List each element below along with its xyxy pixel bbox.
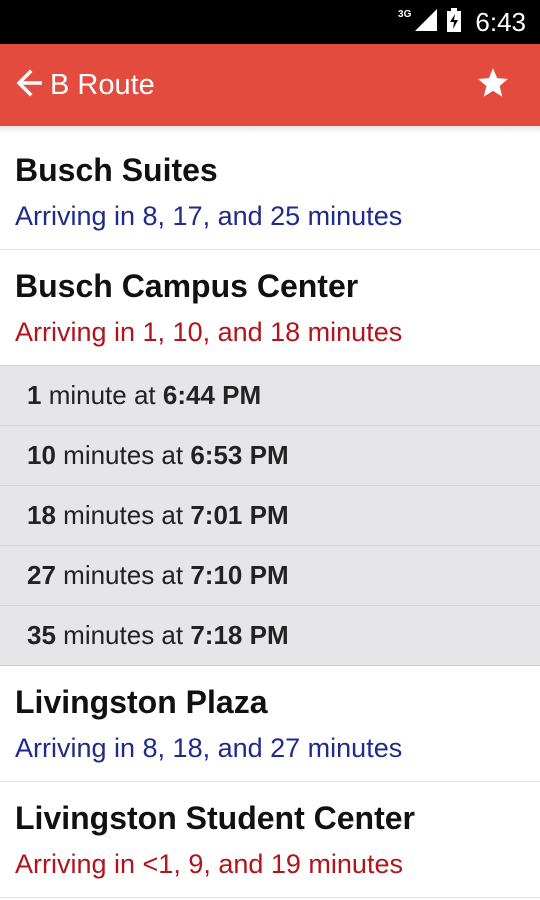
stop-arrival: Arriving in <1, 9, and 19 minutes bbox=[15, 849, 403, 879]
back-button[interactable] bbox=[14, 44, 44, 126]
battery-charging-icon bbox=[447, 7, 462, 37]
arrival-clock-time: 6:53 PM bbox=[190, 440, 289, 470]
stop-arrival: Arriving in 1, 10, and 18 minutes bbox=[15, 317, 403, 347]
minutes-unit: minutes at bbox=[63, 440, 184, 470]
stop-name: Busch Suites bbox=[15, 152, 218, 188]
clock: 6:43 bbox=[475, 6, 526, 37]
arrival-clock-time: 7:01 PM bbox=[190, 500, 289, 530]
arrival-time-row: 35 minutes at 7:18 PM bbox=[0, 606, 540, 666]
stop-item[interactable]: Busch Campus Center Arriving in 1, 10, a… bbox=[0, 250, 540, 365]
arrival-times-panel: 1 minute at 6:44 PM 10 minutes at 6:53 P… bbox=[0, 365, 540, 666]
stop-list: Busch Suites Arriving in 8, 17, and 25 m… bbox=[0, 134, 540, 898]
signal-icon bbox=[415, 8, 438, 36]
stop-arrival: Arriving in 8, 17, and 25 minutes bbox=[15, 201, 403, 231]
arrival-time-row: 27 minutes at 7:10 PM bbox=[0, 546, 540, 606]
stop-item[interactable]: Livingston Student Center Arriving in <1… bbox=[0, 782, 540, 898]
arrival-time-row: 10 minutes at 6:53 PM bbox=[0, 426, 540, 486]
stop-name: Livingston Student Center bbox=[15, 800, 415, 836]
arrival-time-row: 18 minutes at 7:01 PM bbox=[0, 486, 540, 546]
minutes-unit: minutes at bbox=[63, 560, 184, 590]
favorite-button[interactable] bbox=[476, 44, 510, 126]
arrival-clock-time: 7:10 PM bbox=[190, 560, 289, 590]
stop-name: Busch Campus Center bbox=[15, 268, 359, 304]
network-type-label: 3G bbox=[398, 8, 412, 20]
arrival-clock-time: 6:44 PM bbox=[162, 380, 262, 410]
star-icon bbox=[476, 66, 510, 105]
minutes-unit: minute at bbox=[48, 380, 156, 410]
minutes-value: 10 bbox=[27, 440, 56, 470]
minutes-value: 1 bbox=[27, 380, 42, 410]
minutes-value: 35 bbox=[27, 620, 56, 650]
page-title: B Route bbox=[50, 69, 155, 101]
back-arrow-icon bbox=[14, 68, 44, 103]
minutes-value: 27 bbox=[27, 560, 56, 590]
stop-arrival: Arriving in 8, 18, and 27 minutes bbox=[15, 733, 403, 763]
app-bar: B Route bbox=[0, 44, 540, 126]
minutes-value: 18 bbox=[27, 500, 56, 530]
minutes-unit: minutes at bbox=[63, 500, 184, 530]
stop-item[interactable]: Busch Suites Arriving in 8, 17, and 25 m… bbox=[0, 134, 540, 250]
app-bar-shadow bbox=[0, 126, 540, 134]
status-icons: 3G 6:43 bbox=[398, 0, 526, 44]
stop-name: Livingston Plaza bbox=[15, 684, 268, 720]
arrival-time-row: 1 minute at 6:44 PM bbox=[0, 366, 540, 426]
status-bar: 3G 6:43 bbox=[0, 0, 540, 44]
stop-item[interactable]: Livingston Plaza Arriving in 8, 18, and … bbox=[0, 666, 540, 782]
arrival-clock-time: 7:18 PM bbox=[190, 620, 289, 650]
minutes-unit: minutes at bbox=[63, 620, 184, 650]
